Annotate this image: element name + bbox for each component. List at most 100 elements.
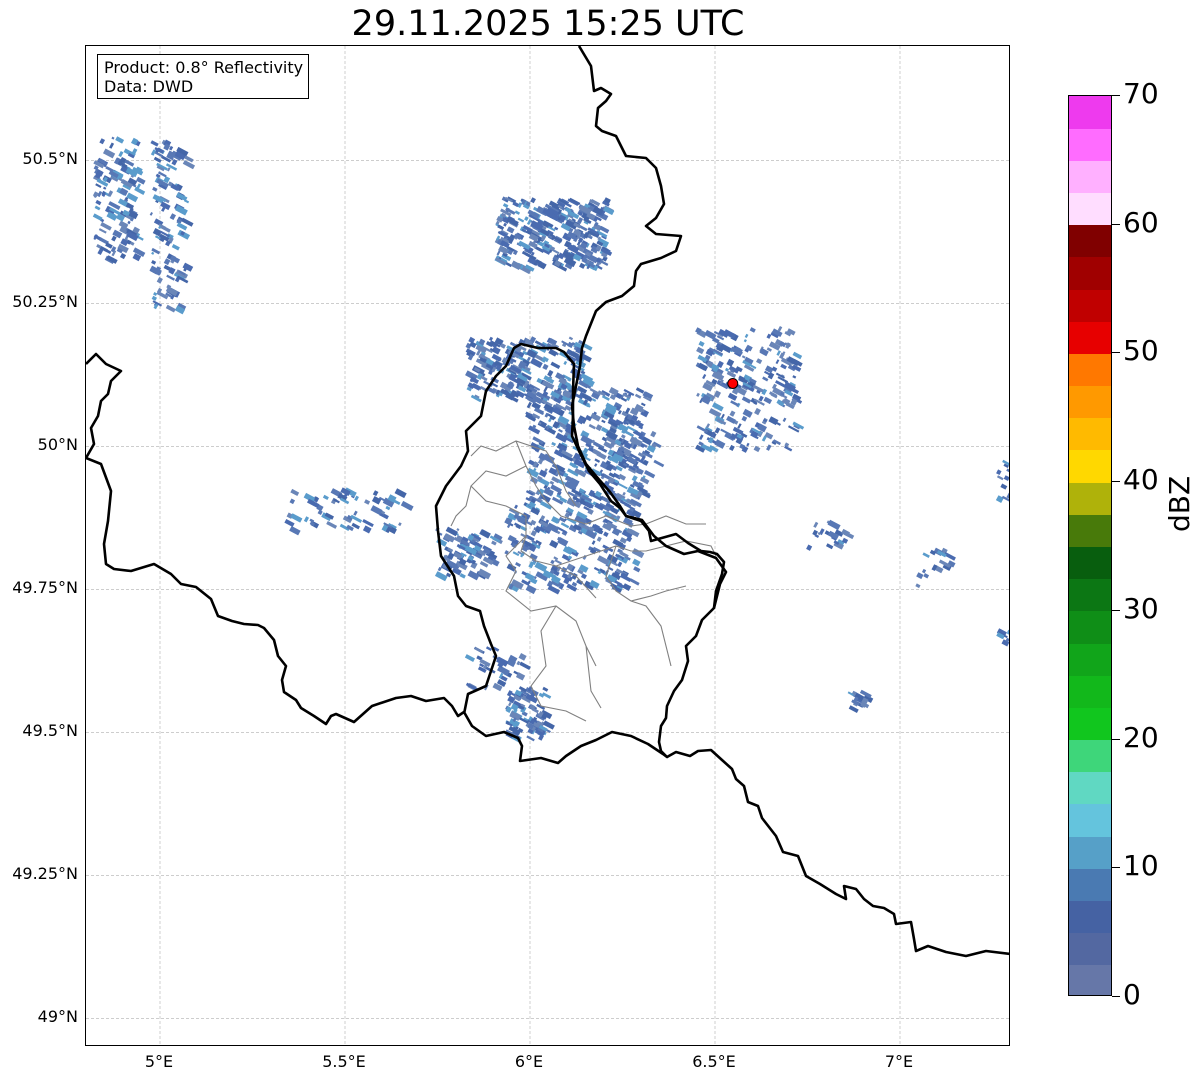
echo-pixel: [741, 415, 748, 422]
colorbar-segment: [1069, 256, 1111, 290]
colorbar-tick: [1112, 95, 1120, 96]
echo-pixel: [394, 488, 407, 499]
lat-tick-label: 49.25°N: [12, 864, 78, 884]
echo-pixel: [631, 475, 638, 482]
echo-pixel: [183, 199, 190, 204]
echo-pixel: [149, 212, 153, 216]
echo-pixel: [996, 475, 1004, 481]
echo-pixel: [813, 521, 819, 528]
echo-pixel: [699, 434, 704, 440]
colorbar-segment: [1069, 836, 1111, 869]
echo-pixel: [171, 243, 180, 251]
echo-pixel: [618, 473, 627, 481]
lat-tick-label: 50.5°N: [22, 149, 78, 169]
colorbar-segment: [1069, 160, 1111, 194]
echo-pixel: [542, 363, 549, 371]
colorbar-segment: [1069, 385, 1111, 419]
echo-pixel: [322, 494, 329, 501]
echo-pixel: [644, 470, 656, 479]
colorbar-tick: [1112, 223, 1120, 225]
echo-pixel: [756, 358, 763, 365]
echo-pixel: [502, 203, 509, 208]
echo-pixel: [782, 417, 787, 423]
colorbar-segment: [1069, 289, 1111, 322]
colorbar-unit-label: dBZ: [1163, 475, 1196, 532]
echo-pixel: [620, 397, 628, 402]
echo-pixel: [825, 543, 834, 550]
echo-pixel: [518, 653, 527, 661]
echo-pixel: [749, 327, 756, 333]
echo-pixel: [554, 559, 562, 565]
radar-site-marker[interactable]: [727, 377, 739, 389]
colorbar-tick-label: 40: [1123, 463, 1159, 497]
echo-pixel: [111, 136, 115, 140]
colorbar-segment: [1069, 546, 1111, 580]
echo-pixel: [591, 540, 596, 545]
echo-pixel: [780, 363, 787, 370]
lat-tick-label: 50.25°N: [12, 292, 78, 312]
reflectivity-echoes: [92, 136, 1009, 743]
colorbar-segment: [1069, 482, 1111, 515]
lat-tick-label: 49.5°N: [22, 721, 78, 741]
echo-pixel: [508, 701, 512, 707]
echo-pixel: [103, 186, 107, 190]
echo-pixel: [156, 277, 163, 284]
echo-pixel: [474, 647, 484, 654]
colorbar-segment: [1069, 514, 1111, 547]
echo-pixel: [153, 292, 158, 296]
echo-pixel: [464, 654, 475, 662]
echo-pixel: [514, 504, 519, 509]
echo-pixel: [163, 258, 171, 266]
colorbar-tick: [1112, 352, 1120, 354]
colorbar-segment: [1069, 353, 1111, 387]
echo-pixel: [549, 539, 559, 549]
echo-pixel: [526, 401, 532, 409]
echo-pixel: [696, 346, 705, 355]
echo-pixel: [126, 192, 139, 203]
echo-pixel: [169, 213, 176, 220]
colorbar-tick: [1112, 996, 1120, 997]
echo-pixel: [650, 430, 657, 438]
colorbar-tick: [1112, 609, 1120, 611]
country-border-west: [86, 352, 123, 459]
echo-pixel: [290, 488, 300, 497]
colorbar-segment: [1069, 578, 1111, 612]
colorbar-tick-label: 30: [1123, 591, 1159, 625]
echo-pixel: [594, 463, 598, 467]
echo-pixel: [542, 686, 549, 692]
colorbar-segment: [1069, 643, 1111, 676]
echo-pixel: [459, 573, 466, 579]
echo-pixel: [563, 360, 568, 366]
lon-tick-label: 5°E: [144, 1052, 174, 1071]
echo-pixel: [525, 584, 537, 595]
colorbar-segment: [1069, 675, 1111, 708]
echo-pixel: [737, 423, 742, 429]
echo-pixel: [792, 351, 803, 360]
colorbar-segment: [1069, 707, 1111, 741]
echo-pixel: [916, 572, 924, 580]
echo-pixel: [136, 176, 146, 185]
colorbar-segment: [1069, 900, 1111, 934]
echo-pixel: [166, 274, 175, 281]
admin-boundaries: [450, 440, 717, 722]
echo-pixel: [729, 444, 735, 452]
country-border-be-lu: [86, 342, 726, 765]
echo-pixel: [548, 348, 558, 357]
echo-pixel: [762, 376, 769, 382]
echo-pixel: [119, 253, 127, 260]
echo-pixel: [746, 442, 750, 447]
echo-pixel: [153, 156, 162, 163]
colorbar-tick-label: 50: [1123, 334, 1159, 368]
echo-pixel: [596, 451, 607, 460]
colorbar-tick-label: 20: [1123, 720, 1159, 754]
lon-tick-label: 6.5°E: [692, 1052, 736, 1071]
echo-pixel: [354, 495, 359, 502]
echo-pixel: [848, 705, 859, 714]
echo-pixel: [434, 571, 448, 582]
echo-pixel: [714, 439, 726, 449]
map-panel[interactable]: [85, 45, 1010, 1046]
echo-pixel: [792, 375, 797, 379]
echo-pixel: [289, 498, 296, 505]
colorbar-tick: [1112, 867, 1120, 869]
echo-pixel: [588, 423, 596, 430]
